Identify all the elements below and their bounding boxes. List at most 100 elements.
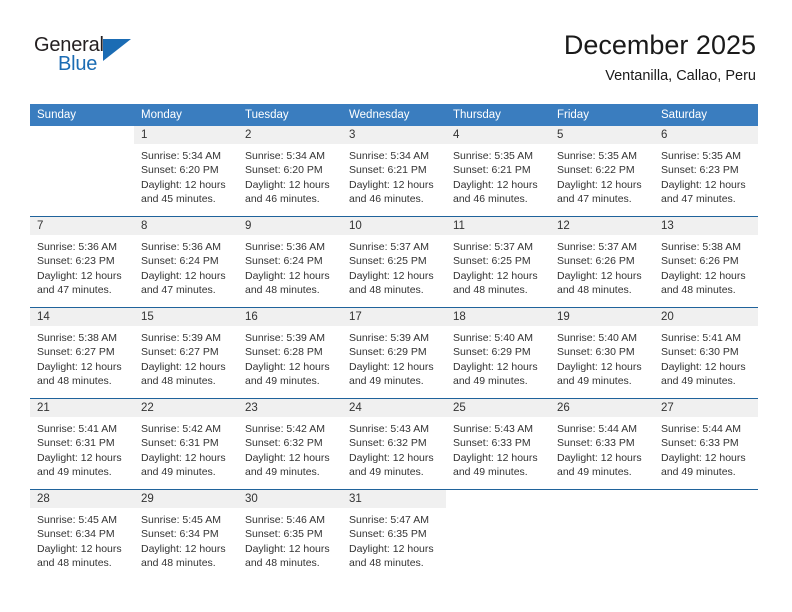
day-cell-inner: 24 Sunrise: 5:43 AM Sunset: 6:32 PM Dayligh… [342,399,446,489]
calendar-day-cell[interactable]: 22 Sunrise: 5:42 AM Sunset: 6:31 PM Dayligh… [134,398,238,490]
day-details: Sunrise: 5:34 AM Sunset: 6:21 PM Daylight:… [342,144,446,207]
sunrise-text: Sunrise: 5:37 AM [557,241,637,253]
calendar-day-cell[interactable]: 6 Sunrise: 5:35 AM Sunset: 6:23 PM Daylight… [654,126,758,217]
calendar-day-cell[interactable]: 18 Sunrise: 5:40 AM Sunset: 6:29 PM Dayligh… [446,307,550,399]
sunrise-text: Sunrise: 5:35 AM [661,150,741,162]
calendar-day-cell[interactable]: 26 Sunrise: 5:44 AM Sunset: 6:33 PM Dayligh… [550,398,654,490]
calendar-day-cell[interactable]: 11 Sunrise: 5:37 AM Sunset: 6:25 PM Dayligh… [446,216,550,308]
day-details: Sunrise: 5:36 AM Sunset: 6:24 PM Daylight:… [134,235,238,298]
day-cell-inner: 7 Sunrise: 5:36 AM Sunset: 6:23 PM Daylight… [30,217,134,307]
calendar-day-cell[interactable]: 17 Sunrise: 5:39 AM Sunset: 6:29 PM Dayligh… [342,307,446,399]
day-number [30,126,134,144]
sunset-text: Sunset: 6:23 PM [37,255,115,268]
daylight-text-line1: Daylight: 12 hours [245,360,330,373]
daylight-text-line1: Daylight: 12 hours [557,360,642,373]
sunset-text: Sunset: 6:21 PM [453,164,531,177]
daylight-text-line2: and 49 minutes. [349,375,424,388]
calendar-day-cell[interactable]: 12 Sunrise: 5:37 AM Sunset: 6:26 PM Dayligh… [550,216,654,308]
day-number: 12 [550,217,654,235]
daylight-text-line1: Daylight: 12 hours [661,360,746,373]
day-details: Sunrise: 5:35 AM Sunset: 6:22 PM Daylight:… [550,144,654,207]
calendar-day-cell[interactable]: 14 Sunrise: 5:38 AM Sunset: 6:27 PM Dayligh… [30,307,134,399]
daylight-text-line1: Daylight: 12 hours [349,451,434,464]
calendar-day-cell[interactable]: 16 Sunrise: 5:39 AM Sunset: 6:28 PM Dayligh… [238,307,342,399]
day-number: 21 [30,399,134,417]
sunset-text: Sunset: 6:31 PM [141,437,219,450]
day-number: 25 [446,399,550,417]
day-cell-inner: 27 Sunrise: 5:44 AM Sunset: 6:33 PM Dayligh… [654,399,758,489]
daylight-text-line2: and 48 minutes. [141,557,216,570]
day-cell-inner: 25 Sunrise: 5:43 AM Sunset: 6:33 PM Dayligh… [446,399,550,489]
day-cell-inner: 20 Sunrise: 5:41 AM Sunset: 6:30 PM Dayligh… [654,308,758,398]
calendar-day-cell[interactable]: 27 Sunrise: 5:44 AM Sunset: 6:33 PM Dayligh… [654,398,758,490]
day-details: Sunrise: 5:42 AM Sunset: 6:32 PM Daylight:… [238,417,342,480]
daylight-text-line1: Daylight: 12 hours [557,178,642,191]
calendar-day-cell[interactable]: 2 Sunrise: 5:34 AM Sunset: 6:20 PM Daylight… [238,126,342,217]
daylight-text-line1: Daylight: 12 hours [245,269,330,282]
day-details: Sunrise: 5:35 AM Sunset: 6:23 PM Daylight:… [654,144,758,207]
calendar-week-row: 14 Sunrise: 5:38 AM Sunset: 6:27 PM Dayligh… [30,307,758,399]
calendar-day-cell[interactable]: 7 Sunrise: 5:36 AM Sunset: 6:23 PM Daylight… [30,216,134,308]
calendar-day-cell[interactable]: 29 Sunrise: 5:45 AM Sunset: 6:34 PM Dayligh… [134,489,238,580]
day-cell-inner: 15 Sunrise: 5:39 AM Sunset: 6:27 PM Dayligh… [134,308,238,398]
calendar-day-cell[interactable]: 13 Sunrise: 5:38 AM Sunset: 6:26 PM Dayligh… [654,216,758,308]
calendar-day-cell[interactable]: 30 Sunrise: 5:46 AM Sunset: 6:35 PM Dayligh… [238,489,342,580]
calendar-day-cell[interactable]: 10 Sunrise: 5:37 AM Sunset: 6:25 PM Dayligh… [342,216,446,308]
day-cell-inner [550,490,654,580]
calendar-grid: Sunday Monday Tuesday Wednesday Thursday Frid… [30,104,758,580]
calendar-day-cell[interactable]: 5 Sunrise: 5:35 AM Sunset: 6:22 PM Daylight… [550,126,654,217]
daylight-text-line1: Daylight: 12 hours [453,451,538,464]
daylight-text-line2: and 46 minutes. [453,193,528,206]
daylight-text-line2: and 49 minutes. [557,466,632,479]
daylight-text-line2: and 48 minutes. [245,284,320,297]
day-details: Sunrise: 5:39 AM Sunset: 6:29 PM Daylight:… [342,326,446,389]
day-cell-inner: 23 Sunrise: 5:42 AM Sunset: 6:32 PM Dayligh… [238,399,342,489]
day-cell-inner: 11 Sunrise: 5:37 AM Sunset: 6:25 PM Dayligh… [446,217,550,307]
day-cell-inner: 9 Sunrise: 5:36 AM Sunset: 6:24 PM Daylight… [238,217,342,307]
daylight-text-line1: Daylight: 12 hours [661,451,746,464]
sunset-text: Sunset: 6:34 PM [141,528,219,541]
calendar-day-cell[interactable]: 21 Sunrise: 5:41 AM Sunset: 6:31 PM Dayligh… [30,398,134,490]
calendar-day-cell[interactable]: 1 Sunrise: 5:34 AM Sunset: 6:20 PM Daylight… [134,126,238,217]
sunrise-text: Sunrise: 5:43 AM [453,423,533,435]
daylight-text-line2: and 47 minutes. [37,284,112,297]
daylight-text-line2: and 48 minutes. [557,284,632,297]
daylight-text-line2: and 45 minutes. [141,193,216,206]
day-cell-inner: 5 Sunrise: 5:35 AM Sunset: 6:22 PM Daylight… [550,126,654,216]
calendar-day-cell[interactable]: 15 Sunrise: 5:39 AM Sunset: 6:27 PM Dayligh… [134,307,238,399]
day-cell-inner: 4 Sunrise: 5:35 AM Sunset: 6:21 PM Daylight… [446,126,550,216]
sunset-text: Sunset: 6:24 PM [141,255,219,268]
day-cell-inner: 1 Sunrise: 5:34 AM Sunset: 6:20 PM Daylight… [134,126,238,216]
day-cell-inner: 17 Sunrise: 5:39 AM Sunset: 6:29 PM Dayligh… [342,308,446,398]
day-cell-inner: 22 Sunrise: 5:42 AM Sunset: 6:31 PM Dayligh… [134,399,238,489]
calendar-day-cell[interactable]: 9 Sunrise: 5:36 AM Sunset: 6:24 PM Daylight… [238,216,342,308]
daylight-text-line1: Daylight: 12 hours [349,360,434,373]
sunrise-text: Sunrise: 5:35 AM [453,150,533,162]
calendar-day-cell-empty [654,489,758,580]
calendar-day-cell[interactable]: 19 Sunrise: 5:40 AM Sunset: 6:30 PM Dayligh… [550,307,654,399]
day-cell-inner: 21 Sunrise: 5:41 AM Sunset: 6:31 PM Dayligh… [30,399,134,489]
day-details: Sunrise: 5:38 AM Sunset: 6:26 PM Daylight:… [654,235,758,298]
daylight-text-line1: Daylight: 12 hours [453,269,538,282]
calendar-day-cell[interactable]: 24 Sunrise: 5:43 AM Sunset: 6:32 PM Dayligh… [342,398,446,490]
day-number: 24 [342,399,446,417]
calendar-day-cell[interactable]: 31 Sunrise: 5:47 AM Sunset: 6:35 PM Dayligh… [342,489,446,580]
sunrise-text: Sunrise: 5:35 AM [557,150,637,162]
day-cell-inner: 3 Sunrise: 5:34 AM Sunset: 6:21 PM Daylight… [342,126,446,216]
day-cell-inner: 14 Sunrise: 5:38 AM Sunset: 6:27 PM Dayligh… [30,308,134,398]
calendar-day-cell[interactable]: 4 Sunrise: 5:35 AM Sunset: 6:21 PM Daylight… [446,126,550,217]
day-number: 7 [30,217,134,235]
calendar-day-cell[interactable]: 28 Sunrise: 5:45 AM Sunset: 6:34 PM Dayligh… [30,489,134,580]
sunrise-text: Sunrise: 5:39 AM [349,332,429,344]
calendar-day-cell[interactable]: 8 Sunrise: 5:36 AM Sunset: 6:24 PM Daylight… [134,216,238,308]
sunrise-text: Sunrise: 5:41 AM [37,423,117,435]
page-title: December 2025 [563,30,756,60]
calendar-day-cell[interactable]: 25 Sunrise: 5:43 AM Sunset: 6:33 PM Dayligh… [446,398,550,490]
sunset-text: Sunset: 6:35 PM [349,528,427,541]
calendar-day-cell[interactable]: 20 Sunrise: 5:41 AM Sunset: 6:30 PM Dayligh… [654,307,758,399]
calendar-day-cell[interactable]: 23 Sunrise: 5:42 AM Sunset: 6:32 PM Dayligh… [238,398,342,490]
day-number: 26 [550,399,654,417]
day-cell-inner: 30 Sunrise: 5:46 AM Sunset: 6:35 PM Dayligh… [238,490,342,580]
daylight-text-line2: and 49 minutes. [37,466,112,479]
calendar-day-cell[interactable]: 3 Sunrise: 5:34 AM Sunset: 6:21 PM Daylight… [342,126,446,217]
